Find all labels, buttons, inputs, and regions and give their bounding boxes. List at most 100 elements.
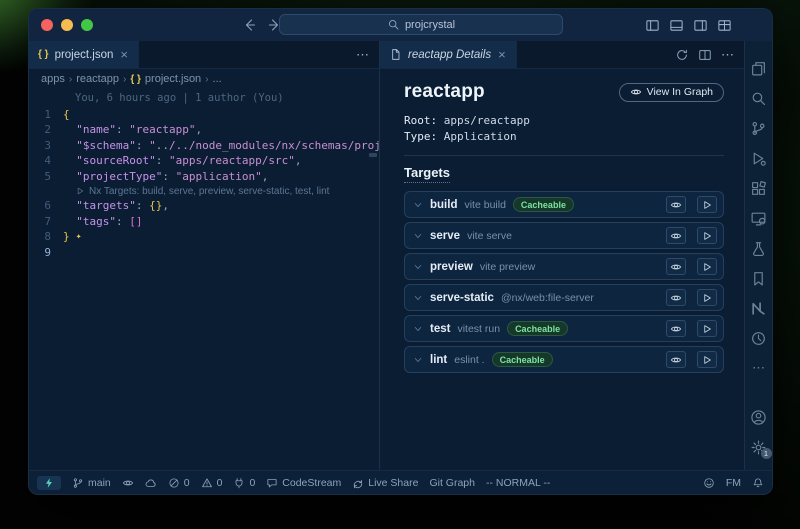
customize-layout-icon[interactable]	[717, 18, 732, 33]
breadcrumb-separator: ›	[69, 74, 72, 85]
zoom-window-button[interactable]	[81, 19, 93, 31]
back-icon[interactable]	[241, 17, 257, 33]
activity-settings-gear-icon[interactable]: 1	[745, 432, 773, 462]
chevron-down-icon[interactable]	[413, 293, 423, 303]
divider	[404, 155, 724, 156]
activity-nx-console-icon[interactable]	[745, 293, 773, 323]
testing-icon	[750, 240, 767, 257]
editor-group-left: { } project.json × ⋯ apps›reactapp›{ }pr…	[29, 41, 379, 470]
line-number: 5	[29, 169, 63, 185]
nx-console-icon	[750, 300, 767, 317]
status-git-branch-icon[interactable]: main	[72, 477, 111, 489]
split-editor-icon[interactable]	[698, 48, 712, 62]
chevron-down-icon[interactable]	[413, 200, 423, 210]
view-target-button[interactable]	[666, 258, 686, 275]
run-target-button[interactable]	[697, 196, 717, 213]
target-name: serve-static	[430, 292, 494, 304]
status-live-share-icon[interactable]: Live Share	[352, 477, 418, 489]
command-center-search[interactable]: projcrystal	[279, 14, 563, 35]
status-plug-icon[interactable]: 0	[233, 477, 255, 489]
activity-extensions-icon[interactable]	[745, 173, 773, 203]
status-cloud-icon[interactable]	[145, 477, 157, 489]
target-card-lint[interactable]: linteslint .Cacheable	[404, 346, 724, 373]
nx-targets-codelens[interactable]: Nx Targets: build, serve, preview, serve…	[29, 184, 379, 198]
view-in-graph-button[interactable]: View In Graph	[619, 83, 724, 102]
status-error-icon[interactable]: 0	[168, 477, 190, 489]
chevron-down-icon[interactable]	[413, 324, 423, 334]
view-target-button[interactable]	[666, 351, 686, 368]
activity-source-control-icon[interactable]	[745, 113, 773, 143]
target-card-test[interactable]: testvitest runCacheable	[404, 315, 724, 342]
code-line: 9	[29, 245, 379, 261]
status-feedback-icon[interactable]	[703, 477, 715, 489]
view-target-button[interactable]	[666, 289, 686, 306]
run-target-button[interactable]	[697, 351, 717, 368]
search-icon	[750, 90, 767, 107]
close-icon[interactable]: ×	[497, 48, 507, 61]
status-comment-icon[interactable]: CodeStream	[266, 477, 341, 489]
breadcrumb-item[interactable]: apps	[41, 73, 65, 85]
target-card-serve-static[interactable]: serve-static@nx/web:file-server	[404, 284, 724, 311]
view-target-button[interactable]	[666, 320, 686, 337]
status-eye-icon[interactable]	[122, 477, 134, 489]
status-fm[interactable]: FM	[726, 477, 741, 489]
play-icon	[701, 230, 713, 242]
activity-bar: ⋯1	[744, 41, 772, 470]
code-line: 8} ✦	[29, 229, 379, 245]
view-target-button[interactable]	[666, 196, 686, 213]
view-target-button[interactable]	[666, 227, 686, 244]
status-remote-lightning-icon[interactable]	[37, 476, 61, 490]
chevron-down-icon[interactable]	[413, 355, 423, 365]
activity-more-icon[interactable]: ⋯	[745, 353, 773, 383]
minimize-window-button[interactable]	[61, 19, 73, 31]
run-target-button[interactable]	[697, 289, 717, 306]
tab-project-json[interactable]: { } project.json ×	[29, 41, 139, 68]
activity-account-icon[interactable]	[745, 402, 773, 432]
code-line: 6 "targets": {},	[29, 198, 379, 214]
tab-label: reactapp Details	[408, 49, 491, 61]
line-number: 2	[29, 122, 63, 138]
status-git-graph[interactable]: Git Graph	[429, 477, 475, 489]
more-actions-icon[interactable]: ⋯	[356, 47, 370, 63]
close-window-button[interactable]	[41, 19, 53, 31]
activity-run-debug-icon[interactable]	[745, 143, 773, 173]
eye-icon	[122, 477, 134, 489]
code-line: 1{	[29, 107, 379, 123]
target-card-serve[interactable]: servevite serve	[404, 222, 724, 249]
root-value: apps/reactapp	[444, 114, 530, 127]
activity-remote-explorer-icon[interactable]	[745, 203, 773, 233]
status-bell-icon[interactable]	[752, 477, 764, 489]
toggle-sidebar-icon[interactable]	[645, 18, 660, 33]
activity-bookmarks-icon[interactable]	[745, 263, 773, 293]
line-number: 7	[29, 214, 63, 230]
target-name: test	[430, 323, 450, 335]
target-card-preview[interactable]: previewvite preview	[404, 253, 724, 280]
activity-search-icon[interactable]	[745, 83, 773, 113]
activity-history-icon[interactable]	[745, 323, 773, 353]
run-target-button[interactable]	[697, 227, 717, 244]
run-target-button[interactable]	[697, 258, 717, 275]
code-editor[interactable]: You, 6 hours ago | 1 author (You)1{2 "na…	[29, 89, 379, 470]
play-icon	[75, 186, 85, 196]
more-icon[interactable]: ⋯	[721, 46, 735, 64]
activity-testing-icon[interactable]	[745, 233, 773, 263]
tab-reactapp-details[interactable]: reactapp Details ×	[380, 41, 517, 68]
status--normal-[interactable]: -- NORMAL --	[486, 477, 550, 489]
run-target-button[interactable]	[697, 320, 717, 337]
refresh-icon[interactable]	[675, 48, 689, 62]
breadcrumb-item[interactable]: project.json	[145, 73, 201, 85]
close-icon[interactable]: ×	[119, 48, 129, 61]
minimap-mark	[369, 153, 377, 157]
play-icon	[701, 354, 713, 366]
chevron-down-icon[interactable]	[413, 262, 423, 272]
tab-bar-right: reactapp Details × ⋯	[380, 41, 744, 69]
toggle-panel-icon[interactable]	[669, 18, 684, 33]
activity-explorer-icon[interactable]	[745, 53, 773, 83]
breadcrumb-item[interactable]: reactapp	[76, 73, 119, 85]
breadcrumb-item[interactable]: ...	[213, 73, 222, 85]
toggle-secondary-sidebar-icon[interactable]	[693, 18, 708, 33]
breadcrumb: apps›reactapp›{ }project.json›...	[29, 69, 379, 89]
chevron-down-icon[interactable]	[413, 231, 423, 241]
status-warning-icon[interactable]: 0	[201, 477, 223, 489]
target-card-build[interactable]: buildvite buildCacheable	[404, 191, 724, 218]
